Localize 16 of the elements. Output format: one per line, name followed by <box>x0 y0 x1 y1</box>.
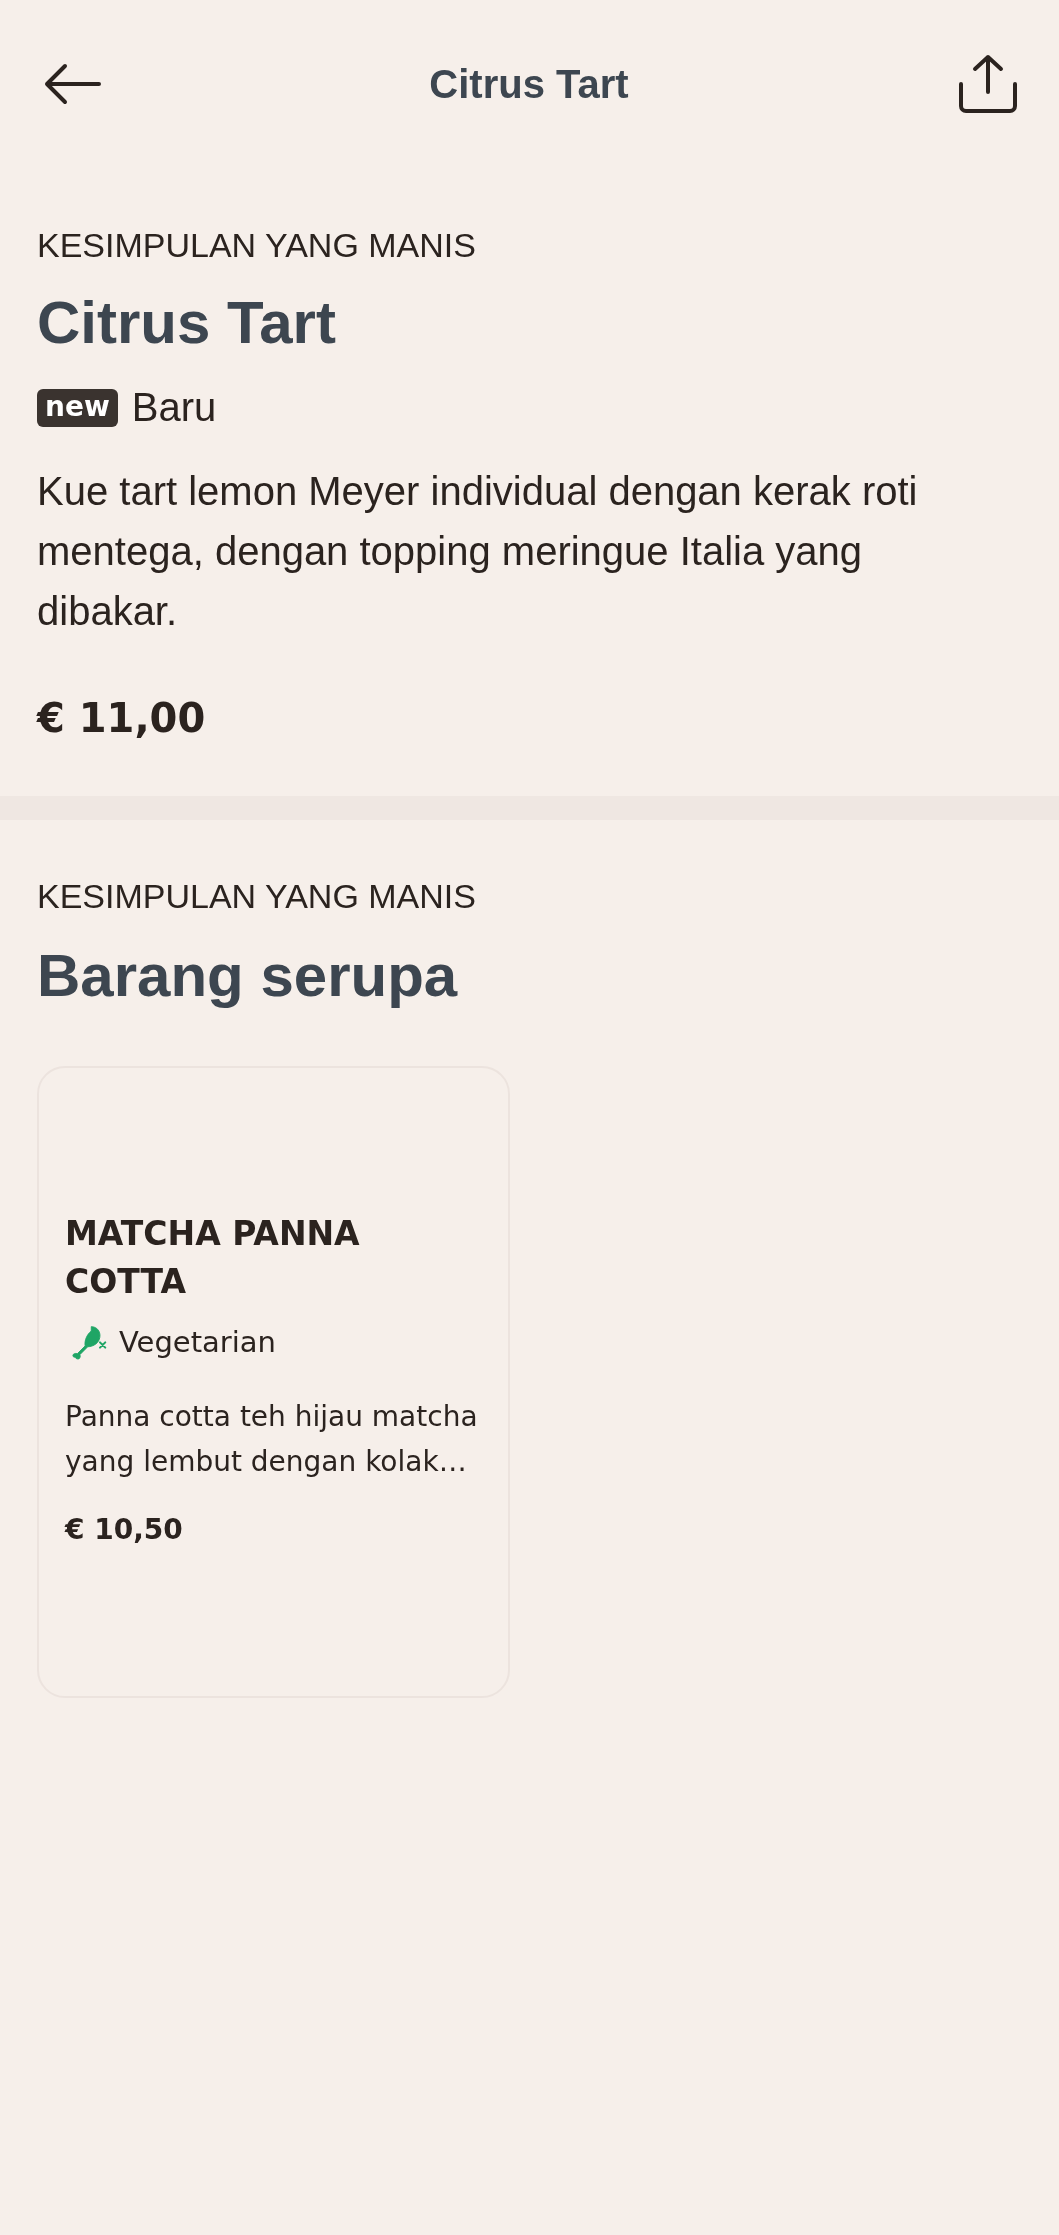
product-price: € 11,00 <box>37 695 207 741</box>
diet-label: Vegetarian <box>119 1324 276 1359</box>
section-heading: Barang serupa <box>37 941 459 1011</box>
category-label: KESIMPULAN YANG MANIS <box>37 876 477 917</box>
back-arrow-icon[interactable] <box>43 62 101 106</box>
card-description: Panna cotta teh hijau matcha yang lembut dengan kolak… <box>65 1399 479 1480</box>
product-description: Kue tart lemon Meyer individual dengan kerak roti mentega, dengan topping meringue Italia yang dibakar. <box>37 468 919 635</box>
card-price: € 10,50 <box>65 1513 184 1546</box>
share-icon[interactable] <box>957 54 1019 114</box>
page-title: Citrus Tart <box>429 61 629 107</box>
badge-label: Baru <box>131 385 217 430</box>
category-label: KESIMPULAN YANG MANIS <box>37 225 477 266</box>
new-badge: new <box>37 388 118 427</box>
product-title: Citrus Tart <box>37 288 337 358</box>
card-title: MATCHA PANNA COTTA <box>65 1213 361 1303</box>
product-card[interactable]: MATCHA PANNA COTTA Vegetarian Panna cotta teh hijau matcha yang lembut dengan kolak… € 10,50 <box>37 1066 510 1698</box>
